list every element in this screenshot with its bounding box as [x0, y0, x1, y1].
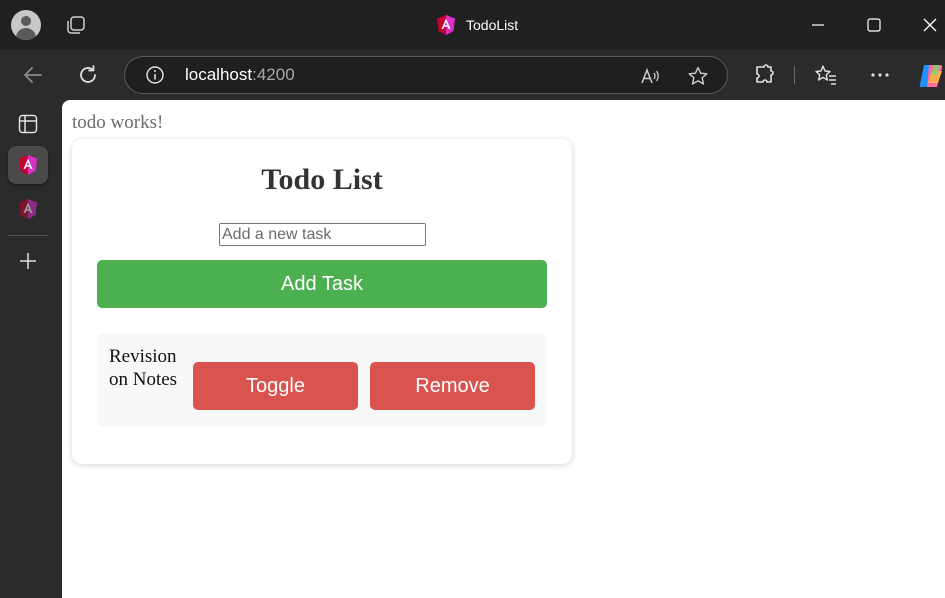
read-aloud-icon[interactable]	[639, 65, 661, 87]
todo-works-text: todo works!	[72, 112, 164, 133]
site-info-icon[interactable]	[145, 65, 165, 85]
sidebar-divider	[8, 235, 48, 236]
address-bar[interactable]: localhost:4200	[124, 56, 728, 94]
back-icon[interactable]	[21, 63, 45, 87]
new-task-input[interactable]	[219, 223, 426, 246]
minimize-icon[interactable]	[806, 13, 830, 37]
angular-logo-icon	[437, 15, 455, 35]
vertical-tab-sidebar	[0, 100, 62, 598]
todo-card: Todo List Add Task Revision on Notes Tog…	[72, 139, 572, 464]
url-host: localhost	[185, 65, 253, 84]
close-icon[interactable]	[918, 13, 942, 37]
page-viewport: todo works! Todo List Add Task Revision …	[62, 100, 945, 598]
favorite-star-icon[interactable]	[687, 65, 709, 87]
angular-tab-icon	[19, 199, 37, 219]
more-icon[interactable]	[868, 63, 892, 87]
sidebar-tab-angular-2[interactable]	[8, 190, 48, 228]
task-item: Revision on Notes Toggle Remove	[97, 333, 547, 427]
title-bar: TodoList	[0, 0, 945, 50]
angular-tab-icon	[19, 155, 37, 175]
url-port: :4200	[252, 65, 295, 84]
new-tab-plus-icon[interactable]	[17, 250, 39, 272]
url-text[interactable]: localhost:4200	[185, 65, 295, 85]
tab-actions-icon[interactable]	[65, 14, 87, 36]
favorites-icon[interactable]	[814, 63, 838, 87]
toolbar-separator	[794, 66, 795, 84]
page-title: Todo List	[261, 163, 383, 196]
remove-button[interactable]: Remove	[370, 362, 535, 410]
extensions-icon[interactable]	[752, 63, 776, 87]
add-task-button[interactable]: Add Task	[97, 260, 547, 308]
copilot-icon[interactable]	[918, 63, 945, 89]
profile-avatar-icon[interactable]	[11, 10, 41, 40]
sidebar-tab-todolist[interactable]	[8, 146, 48, 184]
task-text: Revision on Notes	[109, 346, 178, 390]
toggle-button[interactable]: Toggle	[193, 362, 358, 410]
maximize-icon[interactable]	[862, 13, 886, 37]
browser-toolbar: localhost:4200	[0, 50, 945, 100]
window-title-text: TodoList	[466, 17, 519, 33]
refresh-icon[interactable]	[76, 63, 100, 87]
vertical-tabs-icon[interactable]	[17, 113, 39, 135]
window-title: TodoList	[436, 13, 518, 37]
